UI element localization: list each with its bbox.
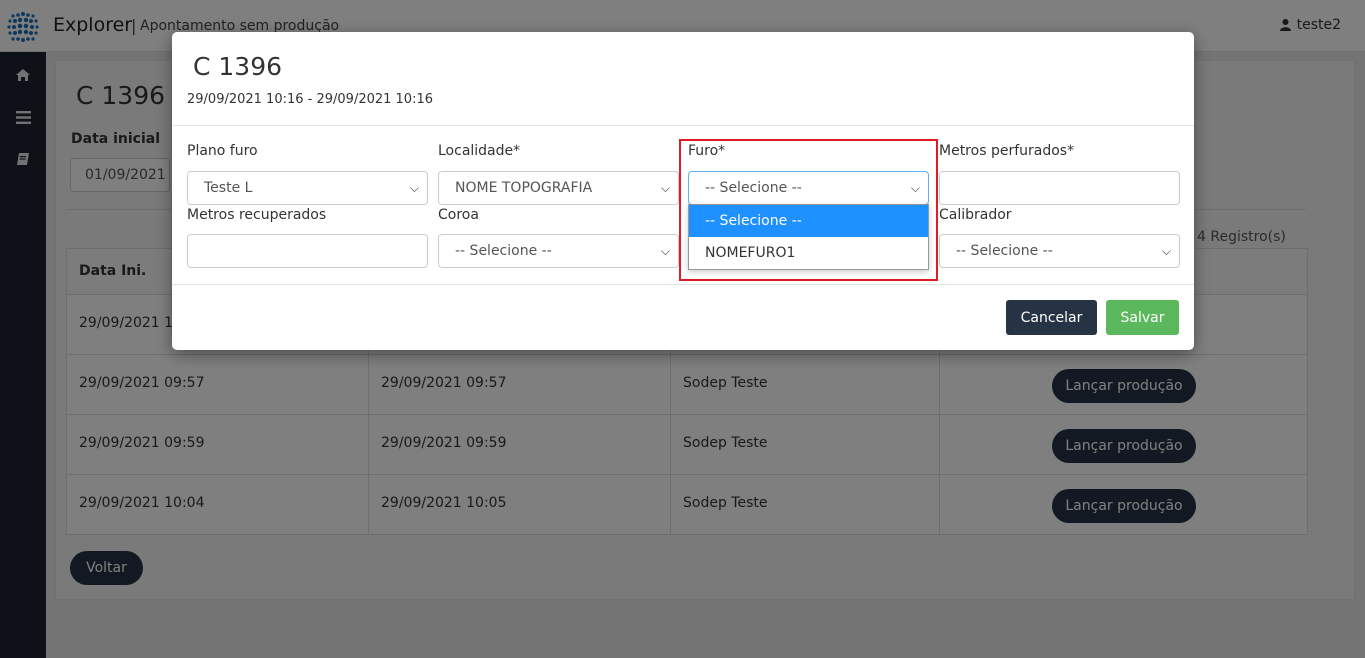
chevron-down-icon: ⌵ bbox=[409, 181, 419, 195]
calibrador-label: Calibrador bbox=[939, 207, 1012, 223]
chevron-down-icon: ⌵ bbox=[660, 181, 670, 195]
plano-furo-select[interactable]: Teste L ⌵ bbox=[187, 171, 428, 205]
modal-period: 29/09/2021 10:16 - 29/09/2021 10:16 bbox=[187, 92, 434, 107]
modal-header: C 1396 29/09/2021 10:16 - 29/09/2021 10:… bbox=[172, 32, 1194, 126]
coroa-value: -- Selecione -- bbox=[455, 243, 552, 259]
metros-perfurados-label: Metros perfurados* bbox=[939, 143, 1075, 159]
modal-footer-divider bbox=[172, 284, 1194, 285]
calibrador-select[interactable]: -- Selecione -- ⌵ bbox=[939, 234, 1180, 268]
coroa-select[interactable]: -- Selecione -- ⌵ bbox=[438, 234, 679, 268]
plano-furo-value: Teste L bbox=[204, 180, 253, 196]
localidade-label: Localidade* bbox=[438, 143, 521, 159]
chevron-down-icon: ⌵ bbox=[1161, 244, 1171, 258]
chevron-down-icon: ⌵ bbox=[660, 244, 670, 258]
metros-recuperados-input[interactable] bbox=[187, 234, 428, 268]
save-button[interactable]: Salvar bbox=[1106, 300, 1179, 335]
localidade-select[interactable]: NOME TOPOGRAFIA ⌵ bbox=[438, 171, 679, 205]
calibrador-value: -- Selecione -- bbox=[956, 243, 1053, 259]
metros-perfurados-input[interactable] bbox=[939, 171, 1180, 205]
metros-recuperados-label: Metros recuperados bbox=[187, 207, 327, 223]
highlight-box bbox=[679, 139, 938, 281]
cancel-button[interactable]: Cancelar bbox=[1006, 300, 1097, 335]
localidade-value: NOME TOPOGRAFIA bbox=[455, 180, 593, 196]
plano-furo-label: Plano furo bbox=[187, 143, 258, 159]
modal-title: C 1396 bbox=[193, 52, 283, 81]
coroa-label: Coroa bbox=[438, 207, 479, 223]
